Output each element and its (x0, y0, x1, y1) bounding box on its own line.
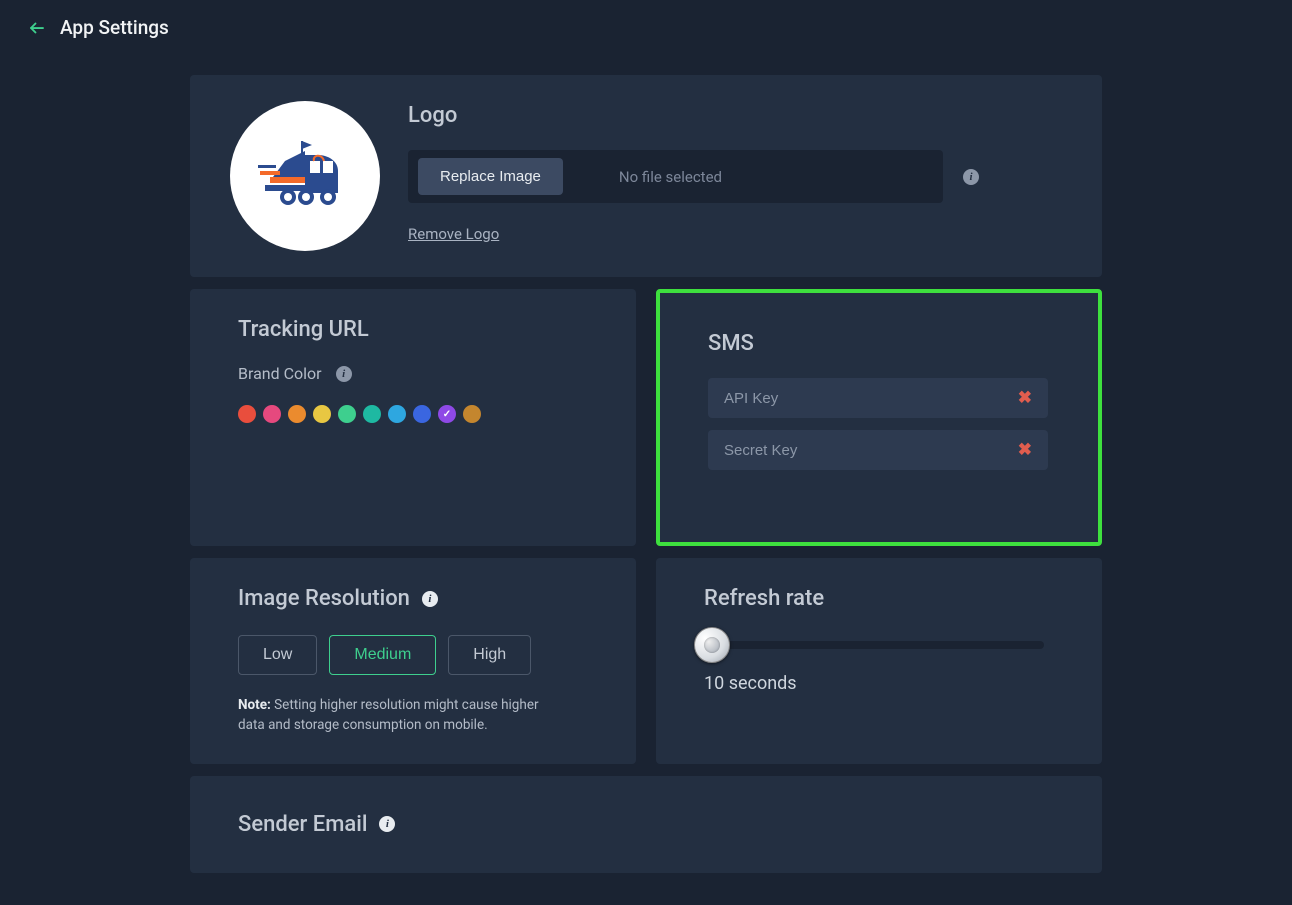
resolution-buttons: Low Medium High (238, 635, 588, 675)
color-swatch[interactable] (463, 405, 481, 423)
refresh-rate-title: Refresh rate (704, 586, 1054, 611)
color-swatch[interactable] (263, 405, 281, 423)
image-resolution-title: Image Resolution (238, 586, 410, 611)
tracking-url-title: Tracking URL (238, 317, 588, 342)
image-resolution-card: Image Resolution i Low Medium High Note: S… (190, 558, 636, 764)
secret-key-field-wrap: ✖ (708, 430, 1048, 470)
sms-title: SMS (708, 331, 1050, 356)
brand-color-swatches (238, 405, 588, 423)
info-icon[interactable]: i (422, 591, 438, 607)
slider-thumb[interactable] (694, 627, 730, 663)
replace-image-button[interactable]: Replace Image (418, 158, 563, 195)
info-icon[interactable]: i (379, 816, 395, 832)
info-icon[interactable]: i (336, 366, 352, 382)
color-swatch[interactable] (413, 405, 431, 423)
brand-color-label: Brand Color (238, 364, 322, 383)
sender-email-title: Sender Email (238, 812, 367, 837)
secret-key-input[interactable] (724, 442, 1018, 459)
tracking-url-card: Tracking URL Brand Color i (190, 289, 636, 546)
page-title: App Settings (60, 16, 169, 39)
clear-icon[interactable]: ✖ (1018, 440, 1032, 460)
sender-email-card: Sender Email i (190, 776, 1102, 873)
api-key-input[interactable] (724, 390, 1018, 407)
back-arrow-icon[interactable] (28, 19, 46, 37)
refresh-value: 10 seconds (704, 673, 1054, 694)
refresh-slider[interactable] (704, 641, 1044, 649)
clear-icon[interactable]: ✖ (1018, 388, 1032, 408)
resolution-option-low[interactable]: Low (238, 635, 317, 675)
resolution-note: Note: Setting higher resolution might ca… (238, 695, 558, 736)
logo-section-title: Logo (408, 103, 1062, 128)
resolution-option-medium[interactable]: Medium (329, 635, 436, 675)
resolution-option-high[interactable]: High (448, 635, 531, 675)
refresh-rate-card: Refresh rate 10 seconds (656, 558, 1102, 764)
color-swatch[interactable] (388, 405, 406, 423)
color-swatch[interactable] (313, 405, 331, 423)
color-swatch[interactable] (288, 405, 306, 423)
remove-logo-link[interactable]: Remove Logo (408, 225, 499, 243)
logo-card: Logo Replace Image No file selected i Re… (190, 75, 1102, 277)
color-swatch[interactable] (438, 405, 456, 423)
logo-image (230, 101, 380, 251)
file-selector: Replace Image No file selected (408, 150, 943, 203)
info-icon[interactable]: i (963, 169, 979, 185)
api-key-field-wrap: ✖ (708, 378, 1048, 418)
color-swatch[interactable] (363, 405, 381, 423)
color-swatch[interactable] (338, 405, 356, 423)
file-status-text: No file selected (619, 168, 722, 186)
sms-card: SMS ✖ ✖ (656, 289, 1102, 546)
color-swatch[interactable] (238, 405, 256, 423)
